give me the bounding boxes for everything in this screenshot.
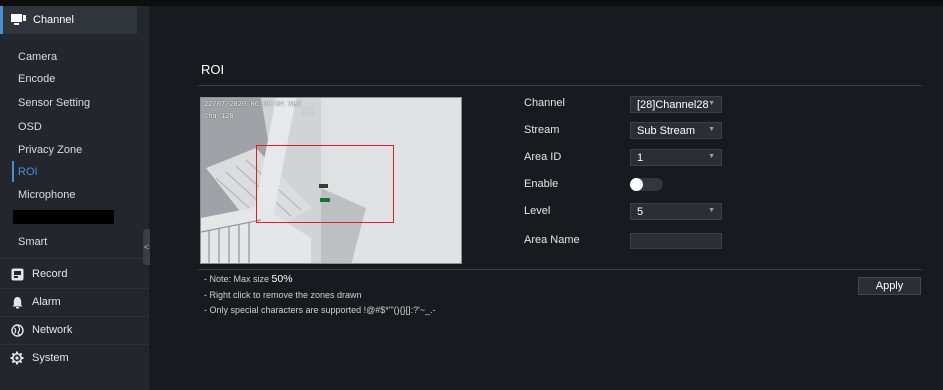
video-channel-osd: Cha 128 [204, 112, 234, 120]
monitor-icon [11, 14, 27, 26]
sidebar-item-encode[interactable]: Encode [18, 73, 55, 85]
globe-icon [10, 323, 24, 337]
video-preview[interactable]: 22/07/2020 06:08:04 Wed Cha 128 [200, 97, 462, 264]
channel-header-label: Channel [33, 14, 74, 26]
sidebar-item-roi[interactable]: ROI [18, 166, 38, 178]
record-label: Record [32, 268, 68, 280]
sidebar-item-system[interactable]: System [0, 344, 149, 372]
note-max-size-prefix: - Note: Max size [204, 274, 270, 284]
roi-zone-box[interactable] [256, 145, 394, 223]
video-timestamp: 22/07/2020 06:08:04 Wed [204, 100, 301, 108]
redacted-item [13, 210, 114, 224]
sidebar-item-sensor-setting[interactable]: Sensor Setting [18, 97, 90, 109]
level-select[interactable]: 5 ▼ [630, 203, 722, 220]
form-divider [198, 269, 922, 270]
system-label: System [32, 352, 69, 364]
apply-button[interactable]: Apply [858, 277, 921, 295]
area-name-label: Area Name [524, 234, 580, 246]
chevron-down-icon: ▼ [708, 153, 715, 160]
sidebar-item-smart[interactable]: Smart [18, 236, 47, 248]
alarm-icon [10, 295, 24, 309]
sidebar-item-camera[interactable]: Camera [18, 51, 57, 63]
channel-label: Channel [524, 97, 565, 109]
sidebar: Channel Camera Encode Sensor Setting OSD… [0, 0, 149, 390]
alarm-label: Alarm [32, 296, 61, 308]
sidebar-item-alarm[interactable]: Alarm [0, 288, 149, 316]
note-special-chars: - Only special characters are supported … [204, 305, 436, 315]
chevron-left-icon: < [143, 242, 150, 252]
sidebar-item-microphone[interactable]: Microphone [18, 189, 75, 201]
sidebar-channel-header[interactable]: Channel [0, 6, 137, 34]
sidebar-item-record[interactable]: Record [0, 260, 149, 288]
channel-select[interactable]: [28]Channel28 ▼ [630, 96, 722, 113]
gear-icon [10, 351, 24, 365]
area-id-label: Area ID [524, 151, 562, 163]
area-name-input[interactable] [630, 233, 722, 249]
sidebar-item-network[interactable]: Network [0, 316, 149, 344]
enable-label: Enable [524, 178, 559, 190]
area-id-value: 1 [637, 151, 644, 164]
sidebar-collapse-handle[interactable]: < [143, 229, 150, 265]
note-right-click: - Right click to remove the zones drawn [204, 290, 362, 300]
note-max-size: - Note: Max size 50% [204, 273, 293, 285]
title-divider [198, 85, 922, 86]
stream-label: Stream [524, 124, 560, 136]
sidebar-item-privacy-zone[interactable]: Privacy Zone [18, 144, 82, 156]
chevron-down-icon: ▼ [708, 126, 715, 133]
chevron-down-icon: ▼ [708, 207, 715, 214]
channel-value: [28]Channel28 [637, 98, 709, 111]
level-value: 5 [637, 205, 644, 218]
area-id-select[interactable]: 1 ▼ [630, 149, 722, 166]
record-icon [10, 267, 24, 281]
level-label: Level [524, 205, 551, 217]
chevron-down-icon: ▼ [708, 100, 715, 107]
network-label: Network [32, 324, 73, 336]
page-title: ROI [201, 62, 225, 77]
enable-toggle[interactable] [630, 178, 663, 191]
stream-value: Sub Stream [637, 124, 696, 137]
sidebar-divider [0, 258, 149, 259]
channel-accent-bar [0, 6, 3, 34]
top-strip [149, 0, 943, 6]
note-max-size-value: 50% [271, 273, 293, 285]
toggle-knob [630, 178, 643, 191]
active-item-marker [12, 161, 14, 182]
sidebar-item-osd[interactable]: OSD [18, 121, 42, 133]
stream-select[interactable]: Sub Stream ▼ [630, 122, 722, 139]
